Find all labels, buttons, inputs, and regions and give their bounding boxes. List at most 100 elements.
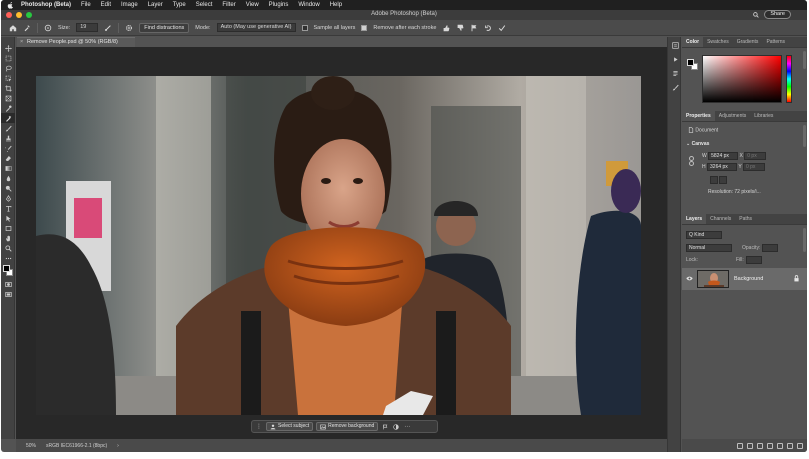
menu-select[interactable]: Select [196, 2, 213, 8]
portrait-orientation-button[interactable] [710, 176, 718, 184]
tab-libraries[interactable]: Libraries [750, 111, 777, 121]
home-icon[interactable] [9, 24, 17, 32]
marquee-tool[interactable] [1, 53, 15, 63]
size-field[interactable]: 19 [76, 23, 99, 32]
status-chevron-icon[interactable]: › [117, 443, 119, 449]
menu-layer[interactable]: Layer [148, 2, 163, 8]
zoom-level[interactable]: 50% [26, 443, 36, 449]
pen-tool[interactable] [1, 193, 15, 203]
tab-paths[interactable]: Paths [735, 214, 756, 224]
brush-tool[interactable] [1, 123, 15, 133]
layer-filter-select[interactable]: Q Kind [686, 231, 722, 239]
tab-channels[interactable]: Channels [706, 214, 735, 224]
menu-window[interactable]: Window [298, 2, 319, 8]
tab-layers[interactable]: Layers [682, 214, 707, 224]
hue-slider[interactable] [786, 55, 792, 103]
apple-menu-icon[interactable] [7, 1, 14, 9]
layer-row[interactable]: Background [682, 268, 807, 290]
share-button[interactable]: Share [764, 10, 791, 19]
width-field[interactable]: 5824 px [708, 152, 739, 160]
group-folder-icon[interactable] [777, 442, 783, 449]
hand-tool[interactable] [1, 233, 15, 243]
foreground-color-swatch[interactable] [687, 59, 694, 66]
height-field[interactable]: 3264 px [707, 163, 738, 171]
thumbs-up-icon[interactable] [442, 24, 450, 32]
close-document-icon[interactable]: × [20, 38, 23, 47]
foreground-swatch[interactable] [3, 265, 10, 272]
x-field[interactable]: 0 px [744, 152, 767, 160]
add-mask-icon[interactable] [757, 442, 763, 449]
commit-checkmark-icon[interactable] [498, 24, 506, 32]
cancel-icon[interactable] [484, 24, 492, 32]
lasso-tool[interactable] [1, 63, 15, 73]
tab-patterns[interactable]: Patterns [762, 37, 789, 47]
document-tab[interactable]: × Remove People.psd @ 50% (RGB/8) [17, 37, 135, 47]
canvas-section-header[interactable]: ⌄ Canvas [686, 141, 709, 147]
eyedropper-tool[interactable] [1, 103, 15, 113]
brushes-panel-button[interactable] [668, 82, 682, 93]
menu-file[interactable]: File [81, 2, 91, 8]
link-layers-icon[interactable] [737, 442, 743, 449]
actions-panel-button[interactable] [668, 54, 682, 65]
fill-field[interactable] [745, 256, 762, 264]
fx-icon[interactable] [747, 442, 753, 449]
menu-plugins[interactable]: Plugins [269, 2, 289, 8]
rectangle-tool[interactable] [1, 223, 15, 233]
path-selection-tool[interactable] [1, 213, 15, 223]
y-field[interactable]: 0 px [742, 163, 765, 171]
gear-icon[interactable] [125, 24, 133, 32]
dodge-tool[interactable] [1, 183, 15, 193]
menu-image[interactable]: Image [121, 2, 138, 8]
brush-preset-icon[interactable] [44, 24, 52, 32]
blur-tool[interactable] [1, 173, 15, 183]
tab-gradients[interactable]: Gradients [733, 37, 763, 47]
menu-view[interactable]: View [246, 2, 259, 8]
tab-properties[interactable]: Properties [682, 111, 715, 121]
pressure-size-icon[interactable] [104, 24, 112, 32]
eye-icon[interactable] [686, 276, 693, 281]
history-brush-tool[interactable] [1, 143, 15, 153]
document-canvas-image[interactable] [36, 76, 641, 415]
remove-background-button[interactable]: Remove background [316, 422, 379, 431]
menu-help[interactable]: Help [330, 2, 342, 8]
flag-icon[interactable] [470, 24, 478, 32]
menu-filter[interactable]: Filter [222, 2, 235, 8]
color-panel-scrollbar[interactable] [803, 51, 806, 69]
flag-icon[interactable] [381, 423, 389, 431]
search-icon[interactable] [753, 11, 760, 18]
adjust-panel-button[interactable] [668, 68, 682, 79]
zoom-tool[interactable] [1, 243, 15, 253]
layer-name[interactable]: Background [734, 276, 763, 282]
blend-mode-select[interactable]: Normal [686, 244, 732, 252]
menu-edit[interactable]: Edit [101, 2, 111, 8]
canvas-area[interactable]: ⋮ Select subject Remove background ··· [16, 47, 667, 439]
more-options-icon[interactable]: ··· [403, 423, 411, 431]
drag-handle-icon[interactable]: ⋮ [255, 423, 263, 431]
quick-mask-tool[interactable] [1, 279, 15, 289]
menu-app-name[interactable]: Photoshop (Beta) [21, 2, 71, 8]
remove-tool-icon[interactable] [23, 24, 31, 32]
opacity-field[interactable] [762, 244, 779, 252]
screen-mode-tool[interactable] [1, 289, 15, 299]
object-selection-tool[interactable] [1, 73, 15, 83]
trash-icon[interactable] [797, 442, 803, 449]
type-tool[interactable] [1, 203, 15, 213]
link-dimensions-icon[interactable] [689, 156, 694, 166]
remove-tool[interactable] [1, 113, 15, 123]
properties-scrollbar[interactable] [803, 125, 806, 147]
document-profile[interactable]: sRGB IEC61966-2.1 (8bpc) [46, 443, 107, 449]
more-tools[interactable] [1, 253, 15, 263]
tab-swatches[interactable]: Swatches [703, 37, 733, 47]
tab-color[interactable]: Color [682, 37, 704, 47]
landscape-orientation-button[interactable] [719, 176, 728, 184]
thumbs-down-icon[interactable] [456, 24, 464, 32]
mode-select[interactable]: Auto (May use generative AI) [216, 23, 296, 32]
gradient-tool[interactable] [1, 163, 15, 173]
find-distractions-button[interactable]: Find distractions [139, 22, 190, 33]
menu-type[interactable]: Type [173, 2, 186, 8]
color-swatches[interactable] [1, 263, 15, 279]
move-tool[interactable] [1, 43, 15, 53]
new-layer-icon[interactable] [787, 442, 793, 449]
remove-after-stroke-checkbox[interactable] [361, 24, 368, 31]
lock-icon[interactable] [794, 275, 799, 282]
